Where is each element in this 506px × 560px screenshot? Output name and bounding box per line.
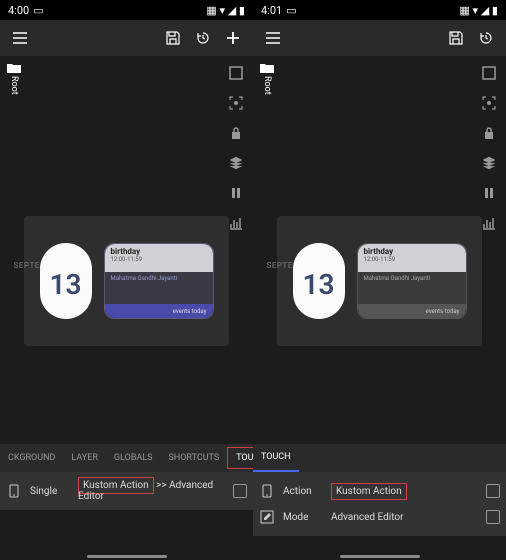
properties-panel: Action Kustom Action Mode Advanced Edito… (253, 472, 506, 536)
canvas: Root SEPTEMBER 13 birthd (253, 56, 506, 444)
date-number: 13 (50, 268, 82, 301)
checkbox[interactable] (233, 484, 247, 498)
prop-value: Kustom Action >> Advanced Editor (78, 480, 225, 502)
events-card: birthday 12:00-11:59 Mahatma Gandhi Jaya… (104, 243, 214, 319)
canvas: Root SEPTEMBER 13 birthd (0, 56, 253, 444)
prop-row-action[interactable]: Action Kustom Action (259, 478, 500, 504)
tab-bar: TOUCH (253, 444, 506, 472)
touch-icon (6, 483, 22, 499)
status-bar: 4:00 ▭ ▦ ▾ ◢ ▮ (0, 0, 253, 20)
select-icon[interactable] (225, 62, 247, 84)
save-icon[interactable] (159, 24, 187, 52)
lock-icon[interactable] (478, 122, 500, 144)
status-time: 4:00 (8, 4, 29, 17)
history-icon[interactable] (189, 24, 217, 52)
event-subtitle: Mahatma Gandhi Jayanti (364, 275, 460, 282)
status-icons: ▦ ▾ ◢ ▮ (206, 4, 245, 17)
status-icons: ▦ ▾ ◢ ▮ (459, 4, 498, 17)
widget-preview[interactable]: SEPTEMBER 13 birthday 12:00-11:59 Mahatm… (24, 216, 229, 346)
tab-layer[interactable]: LAYER (63, 444, 105, 472)
toolbar (253, 20, 506, 56)
select-icon[interactable] (478, 62, 500, 84)
properties-panel: Single Kustom Action >> Advanced Editor (0, 472, 253, 510)
tab-touch[interactable]: TOUCH (227, 447, 253, 469)
event-footer: events today (105, 304, 213, 318)
checkbox[interactable] (486, 510, 500, 524)
lock-icon[interactable] (225, 122, 247, 144)
pause-icon[interactable] (478, 182, 500, 204)
folder-icon[interactable] (259, 62, 275, 74)
status-time: 4:01 (261, 4, 282, 17)
event-time: 12:00-11:59 (364, 256, 460, 263)
save-icon[interactable] (442, 24, 470, 52)
nav-handle[interactable] (87, 555, 167, 558)
tab-touch[interactable]: TOUCH (253, 444, 299, 472)
prop-value: Kustom Action (331, 486, 478, 497)
tab-background[interactable]: CKGROUND (0, 444, 63, 472)
date-number: 13 (303, 268, 335, 301)
checkbox[interactable] (486, 484, 500, 498)
tab-shortcuts[interactable]: SHORTCUTS (160, 444, 227, 472)
prop-value: Advanced Editor (331, 512, 478, 523)
focus-icon[interactable] (225, 92, 247, 114)
folder-icon[interactable] (6, 62, 22, 74)
events-card: birthday 12:00-11:59 Mahatma Gandhi Jaya… (357, 243, 467, 319)
date-oval: 13 (293, 243, 345, 319)
prop-label: Action (283, 486, 323, 497)
menu-icon[interactable] (6, 24, 34, 52)
notification-icon: ▭ (286, 4, 296, 17)
layers-icon[interactable] (478, 152, 500, 174)
pane-right: 4:01 ▭ ▦ ▾ ◢ ▮ (253, 0, 506, 560)
date-oval: 13 (40, 243, 92, 319)
nav-handle[interactable] (340, 555, 420, 558)
touch-icon (259, 483, 275, 499)
toolbar (0, 20, 253, 56)
tab-bar: CKGROUND LAYER GLOBALS SHORTCUTS TOUCH (0, 444, 253, 472)
notification-icon: ▭ (33, 4, 43, 17)
add-icon[interactable] (219, 24, 247, 52)
pane-left: 4:00 ▭ ▦ ▾ ◢ ▮ (0, 0, 253, 560)
event-title: birthday (111, 247, 207, 256)
pause-icon[interactable] (225, 182, 247, 204)
prop-row-single[interactable]: Single Kustom Action >> Advanced Editor (6, 478, 247, 504)
event-footer: events today (358, 304, 466, 318)
prop-label: Single (30, 486, 70, 497)
prop-label: Mode (283, 512, 323, 523)
focus-icon[interactable] (478, 92, 500, 114)
event-subtitle: Mahatma Gandhi Jayanti (111, 275, 207, 282)
event-title: birthday (364, 247, 460, 256)
tab-globals[interactable]: GLOBALS (106, 444, 161, 472)
prop-row-mode[interactable]: Mode Advanced Editor (259, 504, 500, 530)
layers-icon[interactable] (225, 152, 247, 174)
menu-icon[interactable] (259, 24, 287, 52)
root-label: Root (9, 76, 19, 95)
widget-preview[interactable]: SEPTEMBER 13 birthday 12:00-11:59 Mahatm… (277, 216, 482, 346)
edit-icon (259, 509, 275, 525)
root-label: Root (262, 76, 272, 95)
event-time: 12:00-11:59 (111, 256, 207, 263)
history-icon[interactable] (472, 24, 500, 52)
status-bar: 4:01 ▭ ▦ ▾ ◢ ▮ (253, 0, 506, 20)
